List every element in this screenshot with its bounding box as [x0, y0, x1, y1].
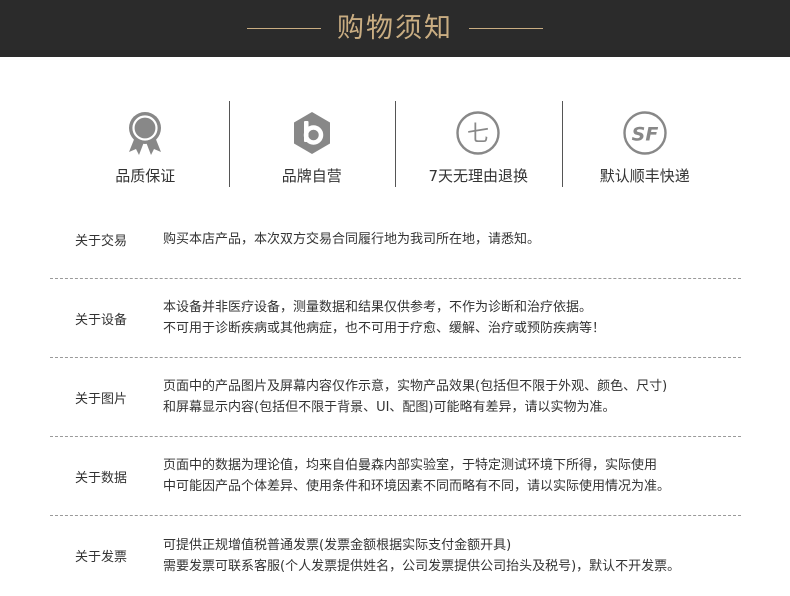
notice-line: 需要发票可联系客服(个人发票提供姓名，公司发票提供公司抬头及税号)，默认不开发票… [163, 558, 681, 574]
notice-row-images: 关于图片 页面中的产品图片及屏幕内容仅作示意，实物产品效果(包括但不限于外观、颜… [50, 358, 741, 437]
notice-text: 页面中的产品图片及屏幕内容仅作示意，实物产品效果(包括但不限于外观、颜色、尺寸)… [163, 376, 667, 418]
feature-return: 七 7天无理由退换 [395, 101, 562, 187]
notice-line: 和屏幕显示内容(包括但不限于背景、UI、配图)可能略有差异，请以实物为准。 [163, 400, 616, 415]
feature-shipping: SF 默认顺丰快递 [561, 101, 729, 187]
notice-row-device: 关于设备 本设备并非医疗设备，测量数据和结果仅供参考，不作为诊断和治疗依据。 不… [50, 279, 741, 358]
sf-express-icon: SF [621, 109, 669, 157]
notice-line: 本设备并非医疗设备，测量数据和结果仅供参考，不作为诊断和治疗依据。 [163, 300, 593, 315]
notice-key: 关于交易 [75, 233, 128, 249]
notice-row-transaction: 关于交易 购买本店产品，本次双方交易合同履行地为我司所在地，请悉知。 [50, 200, 741, 279]
notice-line: 可提供正规增值税普通发票(发票金额根据实际支付金额开具) [163, 537, 512, 553]
notice-line: 不可用于诊断疾病或其他病症，也不可用于疗愈、缓解、治疗或预防疾病等！ [163, 321, 606, 336]
svg-text:SF: SF [631, 124, 658, 146]
page-title: 购物须知 [337, 13, 453, 44]
award-ribbon-icon [121, 109, 169, 157]
notice-key: 关于发票 [75, 550, 128, 565]
notice-line: 页面中的产品图片及屏幕内容仅作示意，实物产品效果(包括但不限于外观、颜色、尺寸) [163, 379, 668, 394]
header-right-divider [469, 28, 543, 29]
notice-line: 购买本店产品，本次双方交易合同履行地为我司所在地，请悉知。 [163, 231, 541, 247]
notice-key: 关于设备 [75, 312, 128, 328]
notice-text: 购买本店产品，本次双方交易合同履行地为我司所在地，请悉知。 [163, 229, 540, 250]
notice-key: 关于图片 [75, 391, 128, 407]
feature-label: 7天无理由退换 [428, 167, 529, 185]
service-features: 品质保证 品牌自营 七 7天无理由退换 SF 默认顺丰快递 [62, 101, 728, 187]
notice-row-invoice: 关于发票 可提供正规增值税普通发票(发票金额根据实际支付金额开具) 需要发票可联… [50, 516, 741, 595]
feature-label: 品质保证 [115, 167, 176, 185]
svg-text:七: 七 [467, 122, 489, 147]
notice-key: 关于数据 [75, 470, 128, 486]
notice-list: 关于交易 购买本店产品，本次双方交易合同履行地为我司所在地，请悉知。 关于设备 … [50, 200, 741, 595]
notice-text: 本设备并非医疗设备，测量数据和结果仅供参考，不作为诊断和治疗依据。 不可用于诊断… [163, 297, 605, 339]
return-circle-icon: 七 [454, 109, 502, 157]
notice-line: 页面中的数据为理论值，均来自伯曼森内部实验室，于特定测试环境下所得，实际使用 [163, 458, 658, 473]
notice-text: 可提供正规增值税普通发票(发票金额根据实际支付金额开具) 需要发票可联系客服(个… [163, 535, 680, 577]
feature-quality: 品质保证 [62, 101, 229, 187]
header-left-divider [247, 28, 321, 29]
feature-label: 默认顺丰快递 [599, 167, 690, 185]
brand-hexagon-icon [288, 109, 336, 157]
notice-row-data: 关于数据 页面中的数据为理论值，均来自伯曼森内部实验室，于特定测试环境下所得，实… [50, 437, 741, 516]
notice-text: 页面中的数据为理论值，均来自伯曼森内部实验室，于特定测试环境下所得，实际使用 中… [163, 455, 670, 497]
feature-brand: 品牌自营 [228, 101, 396, 187]
notice-line: 中可能因产品个体差异、使用条件和环境因素不同而略有不同，请以实际使用情况为准。 [163, 479, 671, 494]
header-bar: 购物须知 [0, 0, 790, 57]
feature-label: 品牌自营 [281, 167, 342, 185]
